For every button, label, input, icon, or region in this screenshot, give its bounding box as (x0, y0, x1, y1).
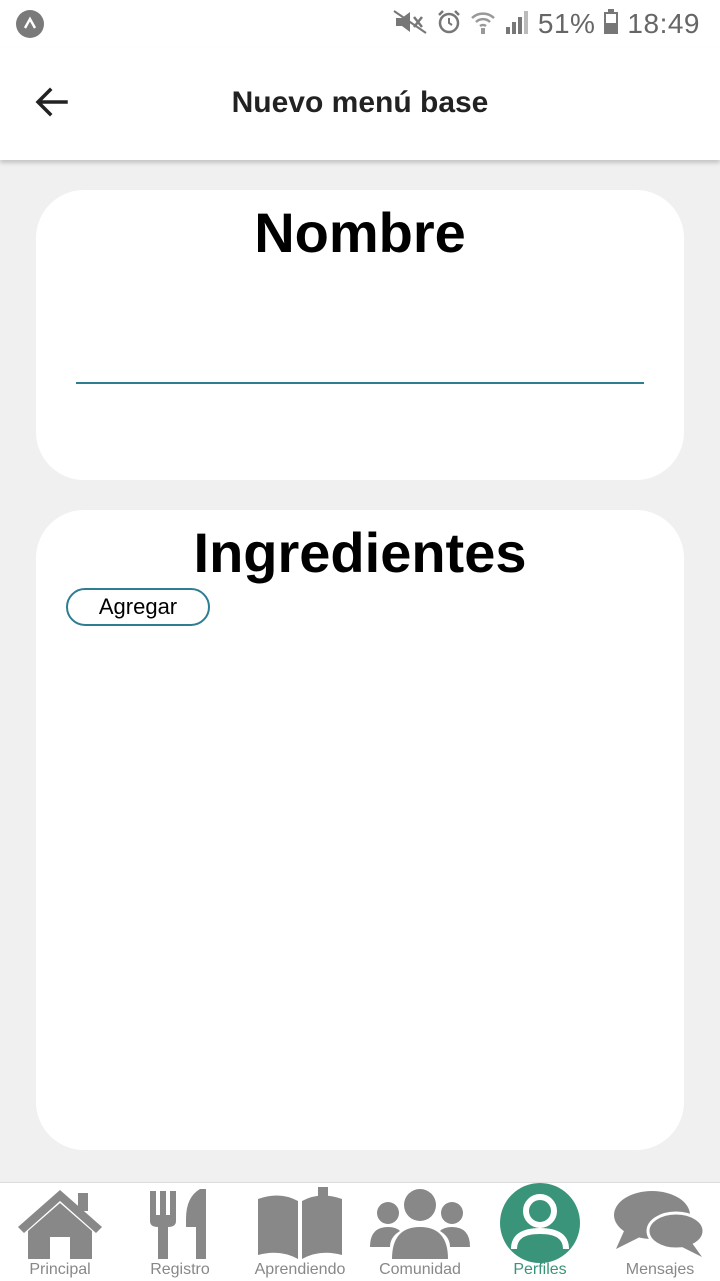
fork-knife-icon (120, 1183, 240, 1263)
nav-item-principal[interactable]: Principal (0, 1183, 120, 1281)
clock: 18:49 (627, 8, 700, 39)
ingredients-card-title: Ingredientes (193, 521, 527, 584)
page-title: Nuevo menú base (231, 86, 489, 119)
nav-label: Perfiles (513, 1261, 567, 1278)
nav-label: Aprendiendo (254, 1261, 346, 1278)
app-bar: Nuevo menú base (0, 48, 720, 160)
battery-icon (603, 8, 619, 40)
bottom-navigation: Principal Registro Aprendiendo Comunidad… (0, 1182, 720, 1281)
status-bar: 51% 18:49 (0, 0, 720, 48)
nav-item-mensajes[interactable]: Mensajes (600, 1183, 720, 1281)
name-card-title: Nombre (254, 201, 466, 264)
profile-icon (480, 1183, 600, 1263)
signal-icon (504, 9, 530, 40)
book-icon (240, 1183, 360, 1263)
name-card: Nombre (36, 190, 684, 480)
wifi-icon (470, 9, 496, 40)
ingredients-card: Ingredientes Agregar (36, 510, 684, 1150)
users-icon (360, 1183, 480, 1263)
add-ingredient-button[interactable]: Agregar (66, 588, 210, 626)
alarm-icon (436, 9, 462, 40)
name-input[interactable] (76, 340, 644, 384)
nav-label: Comunidad (379, 1261, 461, 1278)
nav-item-registro[interactable]: Registro (120, 1183, 240, 1281)
nav-label: Principal (29, 1261, 91, 1278)
battery-percent: 51% (537, 8, 596, 39)
nav-item-aprendiendo[interactable]: Aprendiendo (240, 1183, 360, 1281)
nav-label: Registro (150, 1261, 210, 1278)
mute-icon (392, 9, 428, 40)
chat-icon (600, 1183, 720, 1263)
app-notification-icon (16, 10, 44, 38)
nav-item-comunidad[interactable]: Comunidad (360, 1183, 480, 1281)
nav-item-perfiles[interactable]: Perfiles (480, 1183, 600, 1281)
status-indicators: 51% 18:49 (392, 6, 700, 42)
home-icon (0, 1183, 120, 1263)
nav-label: Mensajes (625, 1261, 695, 1278)
